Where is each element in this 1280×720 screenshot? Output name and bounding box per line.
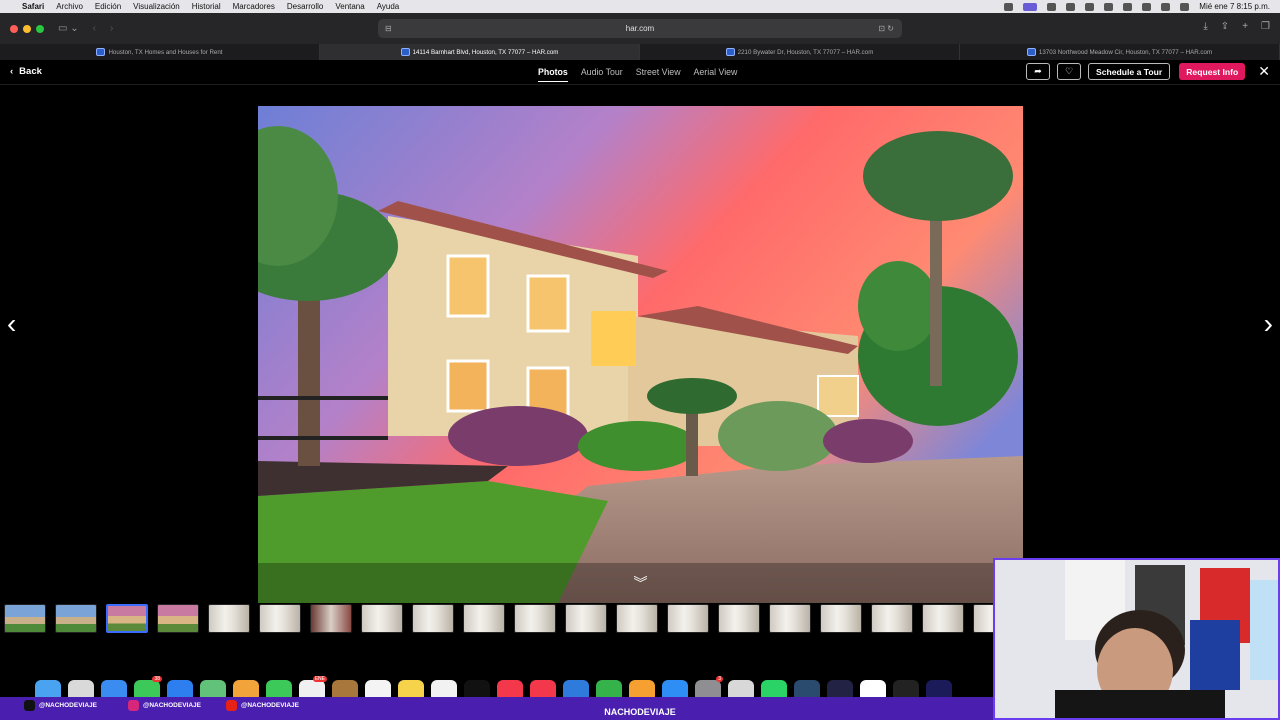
view-tabs: Photos Audio Tour Street View Aerial View	[538, 67, 737, 82]
photo-thumbnail[interactable]	[616, 604, 658, 633]
tab-label: Houston, TX Homes and Houses for Rent	[108, 48, 223, 56]
expand-details-button[interactable]: ︾	[258, 563, 1023, 603]
menu-items: Safari Archivo Edición Visualización Histori…	[22, 2, 411, 11]
url-text: har.com	[625, 24, 655, 33]
sync-icon[interactable]	[1066, 2, 1076, 11]
photo-thumbnail[interactable]	[565, 604, 607, 633]
page-settings-icon[interactable]: ⊟	[385, 24, 392, 33]
menu-clock[interactable]: Mié ene 7 8:15 p.m.	[1199, 2, 1270, 11]
photo-thumbnail[interactable]	[4, 604, 46, 633]
har-favicon-icon	[725, 48, 735, 56]
wifi-icon[interactable]	[1123, 2, 1133, 11]
photo-thumbnail[interactable]	[769, 604, 811, 633]
sidebar-toggle-icon[interactable]: ▭ ⌄	[58, 23, 79, 34]
search-icon[interactable]	[1142, 2, 1152, 11]
translate-reload-icon[interactable]: ⊡ ↻	[878, 24, 894, 33]
main-photo[interactable]	[258, 106, 1023, 603]
new-tab-icon[interactable]: +	[1242, 21, 1248, 32]
photo-thumbnail[interactable]	[55, 604, 97, 633]
browser-tab[interactable]: 13703 Northwood Meadow Cir, Houston, TX …	[960, 44, 1280, 60]
badge: 38	[152, 676, 162, 682]
header-actions: ➦ ♡ Schedule a Tour Request Info ✕	[1026, 63, 1270, 80]
photo-thumbnail[interactable]	[820, 604, 862, 633]
siri-icon[interactable]	[1180, 2, 1190, 11]
share-button[interactable]: ➦	[1026, 63, 1050, 80]
tab-overview-icon[interactable]: ❐	[1261, 21, 1270, 32]
webcam-feed	[993, 558, 1280, 720]
tab-bar: Houston, TX Homes and Houses for Rent 141…	[0, 44, 1280, 60]
chevron-left-icon: ‹	[10, 66, 14, 77]
tab-audio-tour[interactable]: Audio Tour	[581, 67, 623, 82]
minimize-window-button[interactable]	[23, 24, 31, 33]
record-icon[interactable]	[1004, 2, 1014, 11]
har-favicon-icon	[96, 48, 106, 56]
photo-thumbnail[interactable]	[667, 604, 709, 633]
gallery-header: ‹ Back Photos Audio Tour Street View Aerial…	[0, 60, 1280, 85]
tab-label: 13703 Northwood Meadow Cir, Houston, TX …	[1038, 48, 1213, 56]
downloads-icon[interactable]: ⤓	[1203, 21, 1207, 32]
menu-visualización[interactable]: Visualización	[133, 2, 180, 11]
tab-aerial-view[interactable]: Aerial View	[694, 67, 738, 82]
menu-edición[interactable]: Edición	[95, 2, 121, 11]
screen-share-icon[interactable]	[1023, 2, 1038, 11]
photo-thumbnail[interactable]	[106, 604, 148, 633]
browser-toolbar: ▭ ⌄ ‹ › ⊟ har.com ⊡ ↻ ⤓ ⇪ + ❐	[0, 13, 1280, 44]
har-favicon-icon	[400, 48, 410, 56]
play-icon[interactable]	[1104, 2, 1114, 11]
menu-desarrollo[interactable]: Desarrollo	[287, 2, 323, 11]
photo-thumbnail[interactable]	[718, 604, 760, 633]
browser-tab[interactable]: 2210 Bywater Dr, Houston, TX 77077 – HAR…	[640, 44, 960, 60]
photo-thumbnail[interactable]	[412, 604, 454, 633]
back-nav-icon[interactable]: ‹	[93, 23, 96, 34]
grid-icon[interactable]	[1047, 2, 1057, 11]
photo-thumbnail[interactable]	[310, 604, 352, 633]
close-window-button[interactable]	[10, 24, 18, 33]
badge: 3	[716, 676, 723, 682]
badge: ENE	[312, 676, 327, 682]
menu-bar: Safari Archivo Edición Visualización Histori…	[0, 0, 1280, 13]
browser-tab[interactable]: 14114 Barnhart Blvd, Houston, TX 77077 –…	[320, 44, 640, 60]
time-machine-icon[interactable]	[1085, 2, 1095, 11]
tab-label: 2210 Bywater Dr, Houston, TX 77077 – HAR…	[737, 48, 874, 56]
window-controls	[10, 24, 44, 33]
menu-marcadores[interactable]: Marcadores	[233, 2, 275, 11]
photo-thumbnail[interactable]	[157, 604, 199, 633]
photo-thumbnail[interactable]	[922, 604, 964, 633]
favorite-button[interactable]: ♡	[1057, 63, 1081, 80]
menu-ayuda[interactable]: Ayuda	[377, 2, 400, 11]
photo-thumbnail[interactable]	[208, 604, 250, 633]
thumbnail-strip	[4, 604, 1015, 633]
double-chevron-down-icon: ︾	[633, 575, 648, 591]
tab-photos[interactable]: Photos	[538, 67, 568, 82]
back-label: Back	[19, 66, 42, 77]
browser-tab[interactable]: Houston, TX Homes and Houses for Rent	[0, 44, 320, 60]
photo-thumbnail[interactable]	[361, 604, 403, 633]
tab-label: 14114 Barnhart Blvd, Houston, TX 77077 –…	[412, 48, 559, 56]
forward-nav-icon[interactable]: ›	[110, 23, 113, 34]
photo-thumbnail[interactable]	[463, 604, 505, 633]
menu-historial[interactable]: Historial	[192, 2, 221, 11]
back-button[interactable]: ‹ Back	[10, 66, 42, 77]
close-icon[interactable]: ✕	[1258, 63, 1270, 80]
control-center-icon[interactable]	[1161, 2, 1171, 11]
photo-thumbnail[interactable]	[259, 604, 301, 633]
menu-archivo[interactable]: Archivo	[56, 2, 83, 11]
photo-thumbnail[interactable]	[871, 604, 913, 633]
status-area: Mié ene 7 8:15 p.m.	[1004, 2, 1270, 11]
share-arrow-icon: ➦	[1034, 66, 1042, 76]
request-info-button[interactable]: Request Info	[1179, 63, 1246, 80]
har-favicon-icon	[1026, 48, 1036, 56]
menu-safari[interactable]: Safari	[22, 2, 44, 11]
address-bar[interactable]: ⊟ har.com ⊡ ↻	[378, 19, 902, 38]
previous-photo-button[interactable]: ‹	[7, 308, 16, 340]
menu-ventana[interactable]: Ventana	[335, 2, 364, 11]
next-photo-button[interactable]: ›	[1264, 308, 1273, 340]
tab-street-view[interactable]: Street View	[636, 67, 681, 82]
schedule-tour-button[interactable]: Schedule a Tour	[1088, 63, 1171, 80]
share-icon[interactable]: ⇪	[1221, 21, 1229, 32]
zoom-window-button[interactable]	[36, 24, 44, 33]
heart-icon: ♡	[1064, 66, 1074, 76]
toolbar-actions: ⤓ ⇪ + ❐	[1203, 21, 1270, 32]
photo-thumbnail[interactable]	[514, 604, 556, 633]
